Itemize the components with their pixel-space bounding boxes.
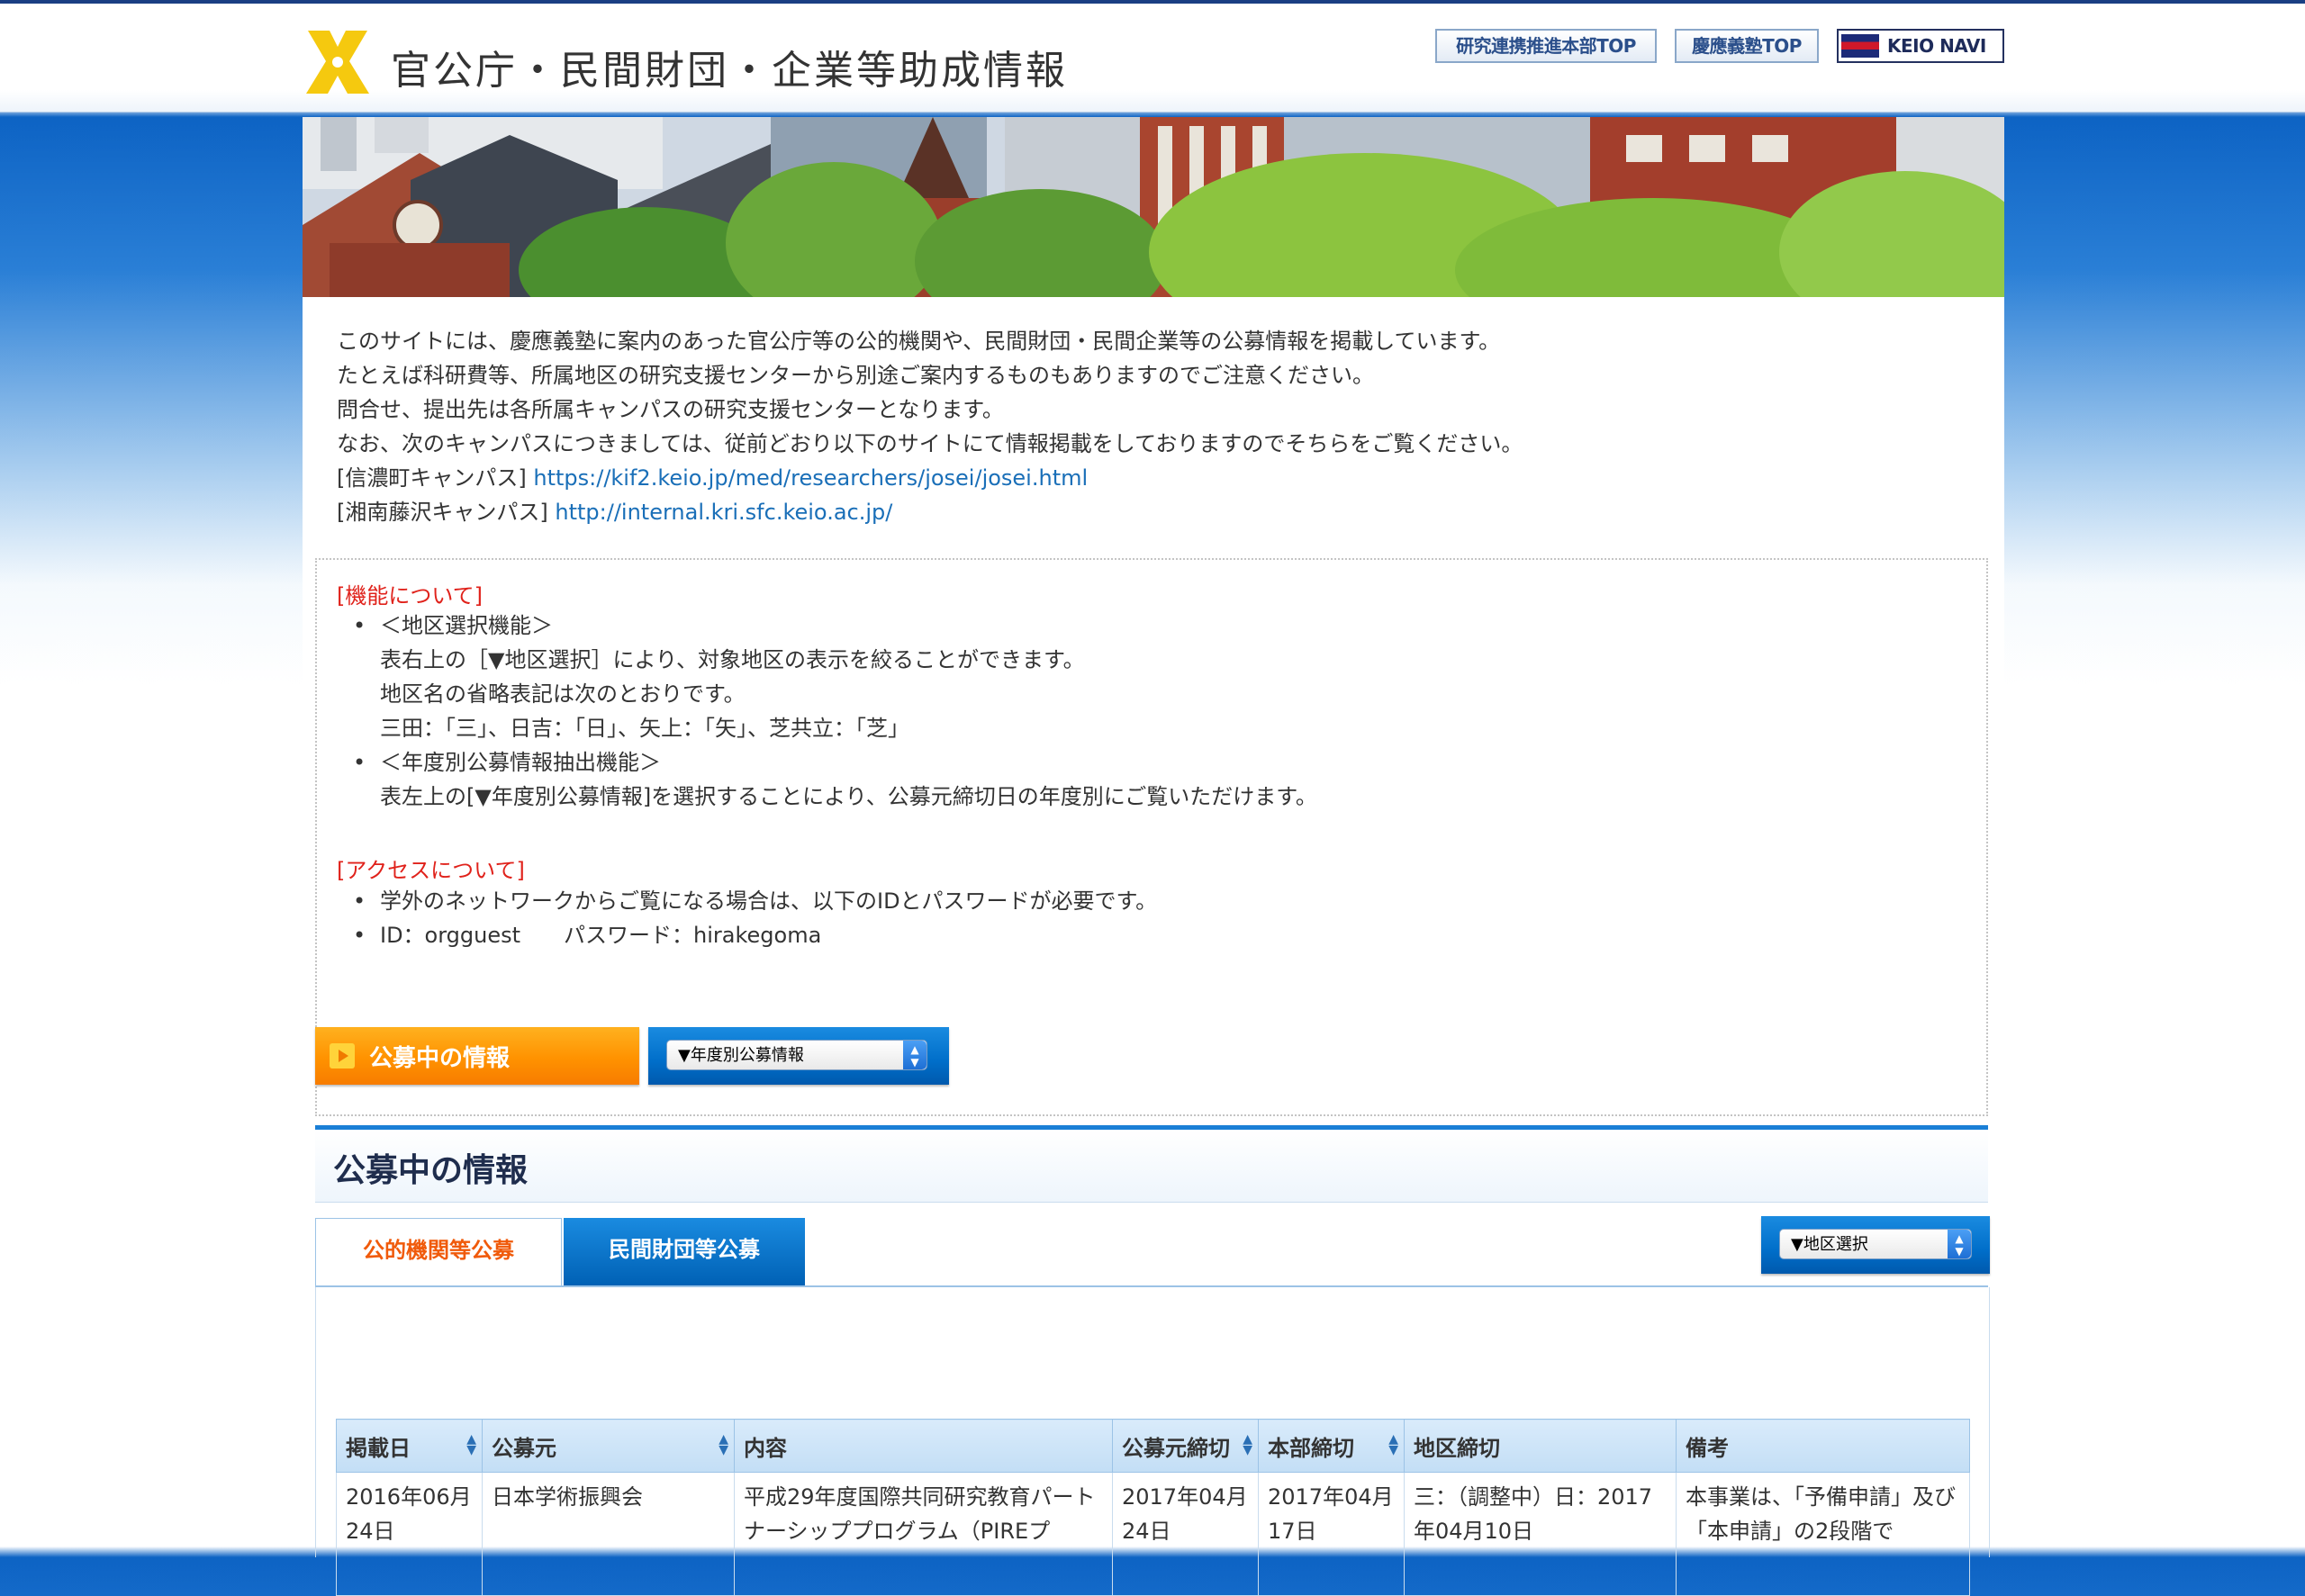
sort-icon[interactable]: ▲ ▼ <box>466 1433 476 1456</box>
intro-line: このサイトには、慶應義塾に案内のあった官公庁等の公的機関や、民間財団・民間企業等… <box>337 329 1501 354</box>
access-credentials: ID：orgguest パスワード：hirakegoma <box>380 923 822 948</box>
bullet-icon: • <box>353 613 366 638</box>
shinanomachi-campus-row: [信濃町キャンパス] https://kif2.keio.jp/med/rese… <box>337 461 1975 495</box>
bullet-icon: • <box>353 888 366 914</box>
cell-content-link[interactable]: 平成29年度国際共同研究教育パートナーシッププログラム（PIREプ <box>734 1472 1113 1596</box>
region-select-panel: ▼地区選択 ▲ ▼ <box>1761 1216 1990 1274</box>
table-row: 2016年06月24日 日本学術振興会 平成29年度国際共同研究教育パートナーシ… <box>336 1472 1970 1596</box>
section-heading: 公募中の情報 <box>315 1125 1988 1203</box>
cell-region-deadline: 三：（調整中）日：2017年04月10日 <box>1404 1472 1677 1596</box>
list-item: • ＜地区選択機能＞ 表右上の［▼地区選択］により、対象地区の表示を絞ることがで… <box>353 609 1317 745</box>
main-container: このサイトには、慶應義塾に案内のあった官公庁等の公的機関や、民間財団・民間企業等… <box>303 117 2004 1596</box>
table-panel: 掲載日 ▲ ▼ 公募元 ▲ ▼ 内容 公募元締切 ▲ ▼ 本部締切 ▲ ▼ 地区締切 備考 20… <box>315 1287 1990 1596</box>
col-region-deadline: 地区締切 <box>1404 1419 1677 1473</box>
cell-org-deadline: 2017年04月24日 <box>1112 1472 1259 1596</box>
access-text: 学外のネットワークからご覧になる場合は、以下のIDとパスワードが必要です。 <box>380 888 1158 914</box>
feature-heading: ＜地区選択機能＞ <box>380 613 553 638</box>
campus-label: [湘南藤沢キャンパス] <box>337 500 548 525</box>
grants-table: 掲載日 ▲ ▼ 公募元 ▲ ▼ 内容 公募元締切 ▲ ▼ 本部締切 ▲ ▼ 地区締切 備考 20… <box>336 1419 1970 1596</box>
intro-line: 問合せ、提出先は各所属キャンパスの研究支援センターとなります。 <box>337 397 1004 422</box>
bullet-icon: • <box>353 750 366 775</box>
intro-line: なお、次のキャンパスにつきましては、従前どおり以下のサイトにて情報掲載をしており… <box>337 431 1523 456</box>
keio-top-link[interactable]: 慶應義塾TOP <box>1675 29 1819 63</box>
section-title: 公募中の情報 <box>333 1152 529 1189</box>
site-header: 官公庁・民間財団・企業等助成情報 研究連携推進本部TOP 慶應義塾TOP KEI… <box>0 4 2305 113</box>
feature-text: 表右上の［▼地区選択］により、対象地区の表示を絞ることができます。 <box>380 647 1085 672</box>
col-hq-deadline[interactable]: 本部締切 ▲ ▼ <box>1258 1419 1405 1473</box>
keio-pen-logo-icon[interactable] <box>301 25 375 99</box>
table-header-row: 掲載日 ▲ ▼ 公募元 ▲ ▼ 内容 公募元締切 ▲ ▼ 本部締切 ▲ ▼ 地区締切 備考 <box>336 1419 1970 1473</box>
sort-icon[interactable]: ▲ ▼ <box>719 1433 728 1456</box>
feature-text: 表左上の[▼年度別公募情報]を選択することにより、公募元締切日の年度別にご覧いた… <box>380 784 1317 809</box>
access-title: [アクセスについて] <box>337 858 525 883</box>
bullet-icon: • <box>353 923 366 948</box>
feature-heading: ＜年度別公募情報抽出機能＞ <box>380 750 661 775</box>
sort-icon[interactable]: ▲ ▼ <box>1243 1433 1252 1456</box>
features-title: [機能について] <box>337 583 484 609</box>
col-content: 内容 <box>734 1419 1113 1473</box>
research-top-link[interactable]: 研究連携推進本部TOP <box>1435 29 1657 63</box>
cell-organization: 日本学術振興会 <box>482 1472 735 1596</box>
list-item: • 学外のネットワークからご覧になる場合は、以下のIDとパスワードが必要です。 <box>353 884 1158 918</box>
col-organization[interactable]: 公募元 ▲ ▼ <box>482 1419 735 1473</box>
current-info-label: 公募中の情報 <box>369 1045 511 1072</box>
campus-label: [信濃町キャンパス] <box>337 465 527 491</box>
list-item: • ＜年度別公募情報抽出機能＞ 表左上の[▼年度別公募情報]を選択することにより… <box>353 745 1317 814</box>
feature-text: 地区名の省略表記は次のとおりです。 <box>380 681 746 707</box>
feature-text: 三田：「三」、日吉：「日」、矢上：「矢」、芝共立：「芝」 <box>380 716 909 741</box>
year-select[interactable]: ▼年度別公募情報 ▲ ▼ <box>666 1040 927 1070</box>
region-select[interactable]: ▼地区選択 ▲ ▼ <box>1779 1229 1972 1259</box>
col-org-deadline[interactable]: 公募元締切 ▲ ▼ <box>1112 1419 1259 1473</box>
select-arrows-icon: ▲ ▼ <box>1948 1230 1971 1258</box>
year-select-panel: ▼年度別公募情報 ▲ ▼ <box>648 1027 949 1085</box>
tab-public[interactable]: 公的機関等公募 <box>315 1218 562 1286</box>
keio-flag-icon <box>1841 34 1879 58</box>
intro-text: このサイトには、慶應義塾に案内のあった官公庁等の公的機関や、民間財団・民間企業等… <box>337 324 1975 529</box>
col-remarks: 備考 <box>1676 1419 1970 1473</box>
tab-private[interactable]: 民間財団等公募 <box>564 1218 805 1285</box>
region-select-value: ▼地区選択 <box>1791 1235 1868 1254</box>
site-title: 官公庁・民間財団・企業等助成情報 <box>391 48 1068 94</box>
keio-navi-label: KEIO NAVI <box>1887 35 1986 57</box>
current-info-button[interactable]: 公募中の情報 <box>315 1027 639 1085</box>
play-icon <box>330 1043 355 1069</box>
cell-remarks: 本事業は、「予備申請」及び「本申請」の2段階で <box>1676 1472 1970 1596</box>
features-list: • ＜地区選択機能＞ 表右上の［▼地区選択］により、対象地区の表示を絞ることがで… <box>353 609 1317 814</box>
cell-post-date: 2016年06月24日 <box>336 1472 483 1596</box>
cell-hq-deadline: 2017年04月17日 <box>1258 1472 1405 1596</box>
shinanomachi-campus-link[interactable]: https://kif2.keio.jp/med/researchers/jos… <box>533 465 1088 491</box>
intro-line: たとえば科研費等、所属地区の研究支援センターから別途ご案内するものもありますので… <box>337 363 1374 388</box>
sfc-campus-row: [湘南藤沢キャンパス] http://internal.kri.sfc.keio… <box>337 495 1975 529</box>
list-item: • ID：orgguest パスワード：hirakegoma <box>353 918 1157 952</box>
year-select-value: ▼年度別公募情報 <box>678 1046 804 1065</box>
access-list: • 学外のネットワークからご覧になる場合は、以下のIDとパスワードが必要です。 … <box>353 884 1158 952</box>
sfc-campus-link[interactable]: http://internal.kri.sfc.keio.ac.jp/ <box>555 500 892 525</box>
campus-banner-image <box>303 117 2004 297</box>
col-post-date[interactable]: 掲載日 ▲ ▼ <box>336 1419 483 1473</box>
keio-navi-link[interactable]: KEIO NAVI <box>1837 29 2004 63</box>
select-arrows-icon: ▲ ▼ <box>903 1041 927 1069</box>
sort-icon[interactable]: ▲ ▼ <box>1388 1433 1398 1456</box>
